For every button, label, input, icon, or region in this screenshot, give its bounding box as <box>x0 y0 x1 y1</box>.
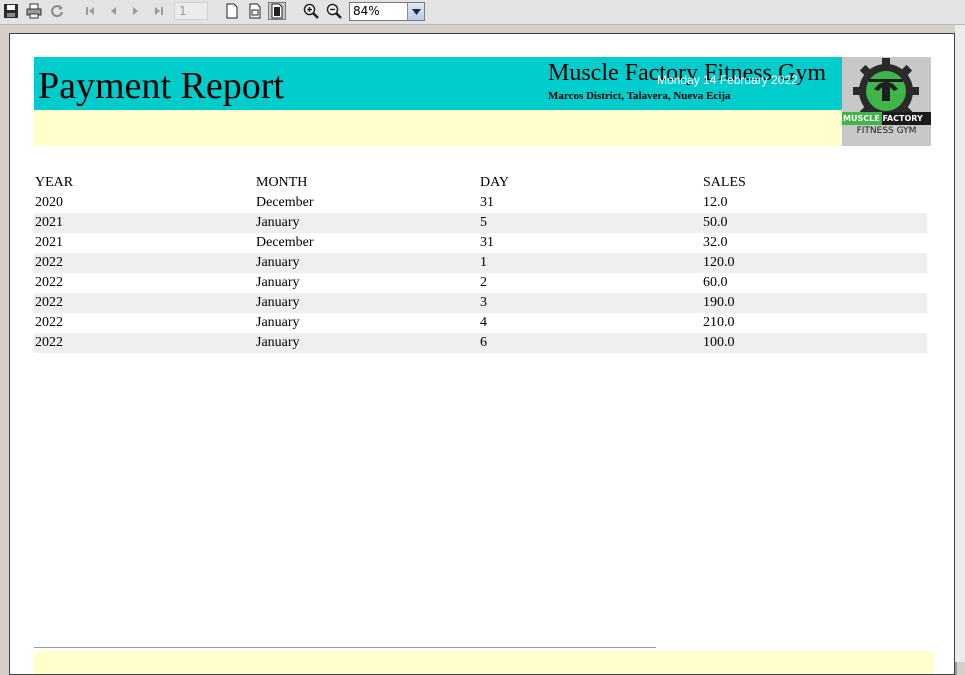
column-header: MONTH <box>256 175 308 190</box>
actual-size-icon[interactable] <box>223 2 241 20</box>
column-header: SALES <box>703 175 746 190</box>
cell-sales: 120.0 <box>703 255 735 270</box>
company-address: Marcos District, Talavera, Nueva Ecija <box>548 90 731 102</box>
table-row: 2021 January 5 50.0 <box>34 213 927 233</box>
table-row: 2022 January 4 210.0 <box>34 313 927 333</box>
column-header: DAY <box>480 175 510 190</box>
table-header-row: YEAR MONTH DAY SALES <box>34 173 927 193</box>
cell-year: 2022 <box>35 315 63 330</box>
footer-band <box>34 651 934 674</box>
zoom-select[interactable]: 84% <box>349 2 425 21</box>
report-viewer: Payment Report Muscle Factory Fitness Gy… <box>0 25 965 675</box>
payment-table: YEAR MONTH DAY SALES 2020 December 31 12… <box>34 173 927 353</box>
cell-month: January <box>256 255 300 270</box>
viewer-toolbar: 1 84% <box>0 0 965 25</box>
cell-year: 2022 <box>35 295 63 310</box>
cell-year: 2021 <box>35 215 63 230</box>
previous-page-icon[interactable] <box>104 2 122 20</box>
cell-day: 4 <box>480 315 487 330</box>
cell-month: January <box>256 215 300 230</box>
zoom-in-icon[interactable] <box>302 2 320 20</box>
cell-day: 6 <box>480 335 487 350</box>
cell-year: 2021 <box>35 235 63 250</box>
table-row: 2020 December 31 12.0 <box>34 193 927 213</box>
column-header: YEAR <box>35 175 74 190</box>
fit-page-icon[interactable] <box>268 2 286 20</box>
save-icon[interactable] <box>2 2 20 20</box>
cell-sales: 60.0 <box>703 275 728 290</box>
cell-month: January <box>256 315 300 330</box>
cell-day: 5 <box>480 215 487 230</box>
refresh-icon[interactable] <box>48 2 66 20</box>
table-row: 2022 January 3 190.0 <box>34 293 927 313</box>
cell-month: January <box>256 295 300 310</box>
cell-sales: 50.0 <box>703 215 728 230</box>
cell-sales: 12.0 <box>703 195 728 210</box>
zoom-value: 84% <box>353 4 380 18</box>
cell-day: 31 <box>480 235 494 250</box>
zoom-out-icon[interactable] <box>325 2 343 20</box>
cell-month: December <box>256 195 314 210</box>
header-subband <box>34 110 842 146</box>
page-number-field[interactable]: 1 <box>174 2 208 20</box>
print-icon[interactable] <box>25 2 43 20</box>
cell-year: 2022 <box>35 275 63 290</box>
fit-width-icon[interactable] <box>246 2 264 20</box>
cell-year: 2020 <box>35 195 63 210</box>
table-row: 2022 January 6 100.0 <box>34 333 927 353</box>
report-date: Monday 14 February 2022 <box>657 73 798 87</box>
report-page: Payment Report Muscle Factory Fitness Gy… <box>9 33 955 675</box>
cell-sales: 100.0 <box>703 335 735 350</box>
table-row: 2022 January 2 60.0 <box>34 273 927 293</box>
gym-logo: MUSCLE FACTORY FITNESS GYM <box>842 57 931 146</box>
cell-day: 1 <box>480 255 487 270</box>
cell-day: 31 <box>480 195 494 210</box>
cell-sales: 210.0 <box>703 315 735 330</box>
first-page-icon[interactable] <box>81 2 99 20</box>
cell-month: January <box>256 275 300 290</box>
cell-day: 3 <box>480 295 487 310</box>
chevron-down-icon[interactable] <box>407 3 424 20</box>
cell-sales: 32.0 <box>703 235 728 250</box>
table-row: 2021 December 31 32.0 <box>34 233 927 253</box>
next-page-icon[interactable] <box>127 2 145 20</box>
table-row: 2022 January 1 120.0 <box>34 253 927 273</box>
cell-month: January <box>256 335 300 350</box>
logo-text-bottom: FITNESS GYM <box>856 126 917 136</box>
logo-text-top: MUSCLE FACTORY <box>843 114 923 123</box>
cell-sales: 190.0 <box>703 295 735 310</box>
cell-month: December <box>256 235 314 250</box>
last-page-icon[interactable] <box>150 2 168 20</box>
cell-day: 2 <box>480 275 487 290</box>
viewer-scrollbar[interactable] <box>955 25 965 662</box>
footer-divider <box>34 647 656 648</box>
cell-year: 2022 <box>35 335 63 350</box>
report-title: Payment Report <box>38 65 284 107</box>
cell-year: 2022 <box>35 255 63 270</box>
